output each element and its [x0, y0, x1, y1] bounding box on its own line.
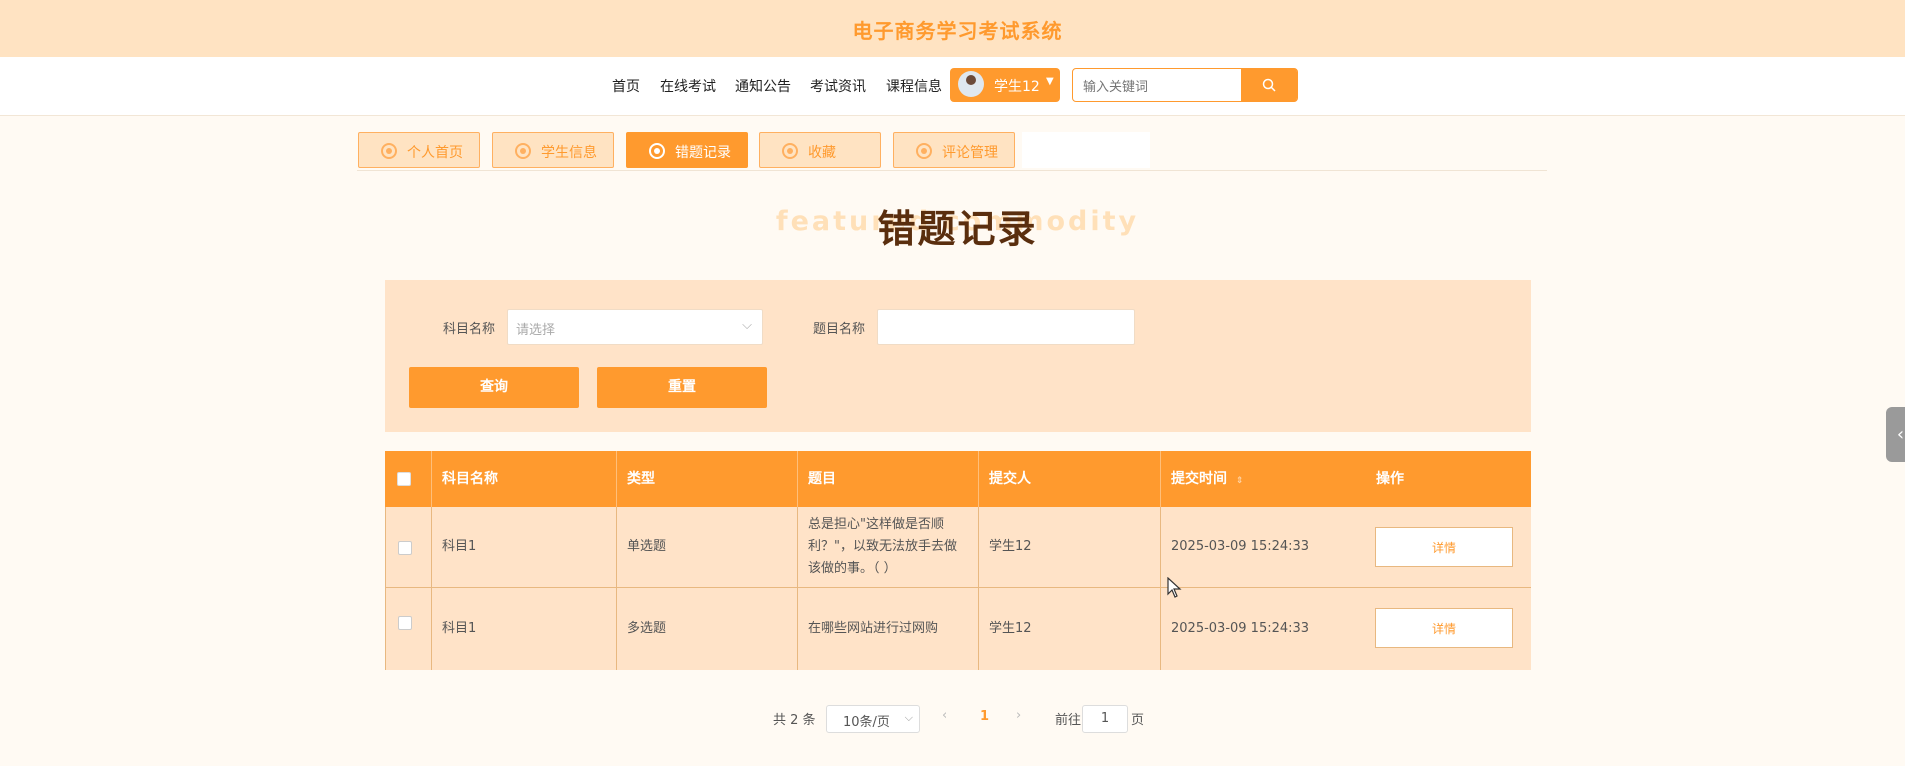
pagination: 共 2 条 10条/页 ⌵ ‹ 1 › 前往 1 页: [0, 705, 1915, 735]
chevron-down-icon: ▼: [1046, 76, 1054, 87]
tab-label: 收藏: [808, 145, 836, 161]
chevron-down-icon: ⌵: [742, 318, 752, 333]
tab-personal-home[interactable]: 个人首页: [358, 132, 480, 168]
question-label: 题目名称: [813, 322, 866, 337]
user-name: 学生12: [994, 79, 1040, 95]
circle-icon: [649, 143, 665, 159]
tab-favorites[interactable]: 收藏: [759, 132, 881, 168]
cell-text: 科目1: [442, 621, 477, 636]
row-select-cell: [386, 588, 432, 670]
cell-subject: 科目1: [432, 507, 617, 587]
scrollbar[interactable]: [1905, 0, 1915, 766]
tab-wrong-records[interactable]: 错题记录: [626, 132, 748, 168]
cell-time-action: 2025-03-09 15:24:33 详情: [1161, 588, 1531, 670]
table-row: 科目1 多选题 在哪些网站进行过网购 学生12 2025-03-09 15:24…: [385, 588, 1531, 670]
goto-page-input[interactable]: 1: [1082, 705, 1128, 733]
tab-label: 错题记录: [675, 145, 731, 161]
cell-submitter: 学生12: [979, 507, 1161, 587]
cell-text: 在哪些网站进行过网购: [808, 621, 939, 636]
page-size-value: 10条/页: [843, 715, 890, 730]
cell-subject: 科目1: [432, 588, 617, 670]
cell-question: 总是担心"这样做是否顺利？"，以致无法放手去做该做的事。（ ）: [798, 507, 979, 587]
total-count: 共 2 条: [773, 713, 816, 728]
detail-button[interactable]: 详情: [1375, 527, 1513, 567]
nav-item-exam-news[interactable]: 考试资讯: [810, 76, 866, 96]
header-subject: 科目名称: [432, 451, 617, 507]
cell-time: 2025-03-09 15:24:33: [1171, 539, 1310, 554]
nav-item-online-exam[interactable]: 在线考试: [660, 76, 716, 96]
circle-icon: [916, 143, 932, 159]
nav-item-home[interactable]: 首页: [612, 76, 640, 96]
detail-button[interactable]: 详情: [1375, 608, 1513, 648]
cell-text: 多选题: [627, 621, 667, 636]
next-page-icon[interactable]: ›: [1016, 708, 1021, 723]
cell-type: 多选题: [617, 588, 798, 670]
avatar: [958, 71, 984, 97]
sort-icon[interactable]: ⇕: [1236, 476, 1244, 486]
mouse-cursor-icon: [1167, 577, 1182, 598]
chevron-left-icon: ‹: [1896, 424, 1905, 445]
search-input[interactable]: [1073, 69, 1245, 103]
cell-text: 科目1: [442, 539, 477, 554]
tab-label: 个人首页: [407, 145, 463, 161]
tab-comment-management[interactable]: 评论管理: [893, 132, 1015, 168]
header-submitter: 提交人: [979, 451, 1161, 507]
subject-label: 科目名称: [443, 322, 496, 337]
circle-icon: [381, 143, 397, 159]
divider: [357, 170, 1547, 171]
table-row: 科目1 单选题 总是担心"这样做是否顺利？"，以致无法放手去做该做的事。（ ） …: [385, 507, 1531, 588]
tab-label: 评论管理: [942, 145, 998, 161]
page-number-current[interactable]: 1: [980, 709, 989, 724]
cell-question: 在哪些网站进行过网购: [798, 588, 979, 670]
search-icon: [1262, 78, 1276, 92]
header-question: 题目: [798, 451, 979, 507]
page-size-select[interactable]: 10条/页 ⌵: [826, 705, 920, 733]
select-all-checkbox[interactable]: [397, 472, 411, 486]
question-input[interactable]: [877, 309, 1135, 345]
header-type: 类型: [617, 451, 798, 507]
header-select-cell: [385, 451, 432, 507]
subject-select[interactable]: 请选择 ⌵: [507, 309, 763, 345]
goto-prefix: 前往: [1055, 713, 1082, 728]
page-title: 错题记录: [877, 207, 1038, 251]
row-select-cell: [386, 507, 432, 587]
nav-item-notices[interactable]: 通知公告: [735, 76, 791, 96]
app-title-bar: 电子商务学习考试系统: [0, 0, 1915, 57]
header-submit-time-label: 提交时间: [1171, 471, 1227, 487]
prev-page-icon[interactable]: ‹: [942, 708, 947, 723]
tab-student-info[interactable]: 学生信息: [492, 132, 614, 168]
page-heading: featured commodity 错题记录: [0, 190, 1915, 251]
cell-submitter: 学生12: [979, 588, 1161, 670]
cell-text: 单选题: [627, 539, 667, 554]
circle-icon: [782, 143, 798, 159]
filter-panel: 科目名称 请选择 ⌵ 题目名称 查询 重置: [385, 280, 1531, 432]
search-box: [1072, 68, 1298, 103]
tab-blank-area: [1022, 132, 1150, 168]
table-header: 科目名称 类型 题目 提交人 提交时间 ⇕ 操作: [385, 451, 1531, 507]
tab-label: 学生信息: [541, 145, 597, 161]
cell-time: 2025-03-09 15:24:33: [1171, 621, 1310, 636]
wrong-records-table: 科目名称 类型 题目 提交人 提交时间 ⇕ 操作 科目1 单选题 总是担心"这样…: [385, 451, 1531, 670]
cell-time-action: 2025-03-09 15:24:33 详情: [1161, 507, 1531, 587]
circle-icon: [515, 143, 531, 159]
cell-text: 学生12: [989, 539, 1032, 554]
subject-placeholder: 请选择: [516, 323, 556, 338]
user-menu-button[interactable]: 学生12 ▼: [950, 68, 1060, 102]
chevron-down-icon: ⌵: [904, 711, 913, 724]
cell-text: 学生12: [989, 621, 1032, 636]
cell-type: 单选题: [617, 507, 798, 587]
nav-item-courses[interactable]: 课程信息: [886, 76, 942, 96]
row-checkbox[interactable]: [398, 541, 412, 555]
cell-text: 总是担心"这样做是否顺利？"，以致无法放手去做该做的事。（ ）: [808, 517, 957, 576]
app-title: 电子商务学习考试系统: [852, 19, 1063, 43]
query-button[interactable]: 查询: [409, 367, 579, 408]
row-checkbox[interactable]: [398, 616, 412, 630]
header-submit-time[interactable]: 提交时间 ⇕: [1161, 451, 1366, 507]
top-nav: 首页 在线考试 通知公告 考试资讯 课程信息 学生12 ▼: [0, 57, 1915, 116]
search-button[interactable]: [1241, 68, 1297, 102]
goto-suffix: 页: [1131, 713, 1145, 728]
header-action: 操作: [1376, 471, 1404, 487]
reset-button[interactable]: 重置: [597, 367, 767, 408]
